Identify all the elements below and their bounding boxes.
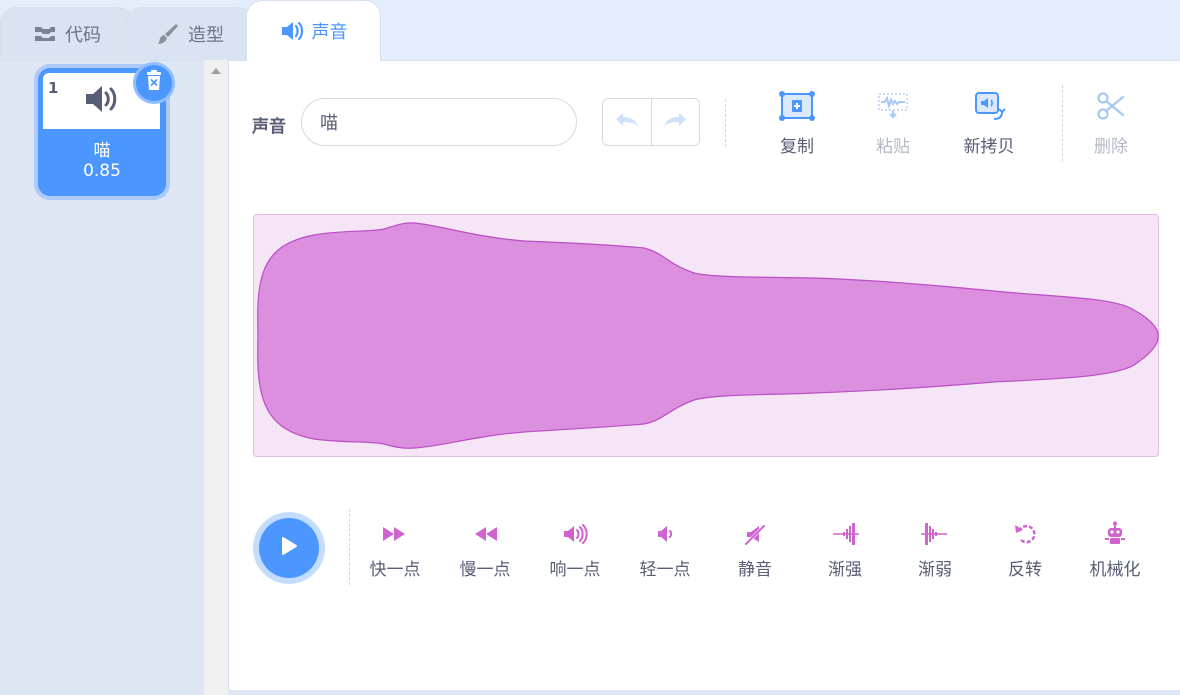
scissors-icon [1096, 91, 1126, 126]
effect-faster-button[interactable]: 快一点 [355, 521, 435, 580]
code-icon [33, 22, 57, 46]
robot-icon [1100, 521, 1130, 547]
effect-reverse-label: 反转 [1008, 560, 1042, 580]
copy-button[interactable]: 复制 [757, 91, 837, 157]
waveform-container[interactable] [253, 214, 1159, 457]
tab-bar: 代码 造型 声音 [0, 0, 1180, 61]
brush-icon [156, 22, 180, 46]
delete-label: 删除 [1094, 137, 1128, 157]
copy-to-new-label: 新拷贝 [963, 137, 1015, 157]
fast-forward-icon [380, 521, 410, 547]
redo-button[interactable] [652, 99, 700, 145]
sound-editor-panel: 声音 复制 粘贴 [228, 60, 1180, 695]
paste-label: 粘贴 [876, 137, 910, 157]
tab-sound[interactable]: 声音 [246, 0, 381, 61]
sound-list-scrollbar[interactable] [203, 60, 228, 695]
effect-fade-out-label: 渐弱 [918, 560, 952, 580]
mute-icon [740, 521, 770, 547]
sound-name-input[interactable] [301, 98, 577, 146]
effect-softer-label: 轻一点 [639, 560, 691, 580]
tab-sound-label: 声音 [311, 22, 348, 43]
toolbar-separator [725, 99, 726, 147]
scroll-up-arrow-icon[interactable] [211, 68, 221, 74]
delete-sound-button[interactable] [133, 62, 175, 104]
fade-in-icon [830, 521, 860, 547]
effect-fade-out-button[interactable]: 渐弱 [895, 521, 975, 580]
copy-to-new-button[interactable]: 新拷贝 [949, 91, 1029, 157]
louder-icon [560, 521, 590, 547]
effect-faster-label: 快一点 [369, 560, 421, 580]
effect-mute-button[interactable]: 静音 [715, 521, 795, 580]
tab-code[interactable]: 代码 [0, 7, 134, 60]
effect-fade-in-button[interactable]: 渐强 [805, 521, 885, 580]
play-icon [279, 535, 299, 561]
copy-icon [779, 91, 815, 126]
effects-separator [349, 509, 350, 585]
effect-robot-button[interactable]: 机械化 [1075, 521, 1155, 580]
waveform [257, 222, 1159, 449]
copy-to-new-icon [972, 91, 1006, 126]
effect-louder-button[interactable]: 响一点 [535, 521, 615, 580]
speaker-icon [84, 84, 120, 118]
effect-louder-label: 响一点 [549, 560, 601, 580]
effect-robot-label: 机械化 [1089, 560, 1141, 580]
tab-costume-label: 造型 [188, 25, 224, 46]
paste-icon [875, 91, 911, 126]
tab-costume[interactable]: 造型 [126, 7, 254, 60]
effect-softer-button[interactable]: 轻一点 [625, 521, 705, 580]
delete-button[interactable]: 删除 [1071, 91, 1151, 157]
paste-button[interactable]: 粘贴 [853, 91, 933, 157]
effect-fade-in-label: 渐强 [828, 560, 862, 580]
redo-icon [662, 112, 688, 132]
sound-item-index: 1 [48, 79, 59, 97]
speaker-icon [280, 19, 304, 43]
toolbar-separator [1062, 85, 1063, 161]
effect-reverse-button[interactable]: 反转 [985, 521, 1065, 580]
rewind-icon [470, 521, 500, 547]
effect-mute-label: 静音 [738, 560, 772, 580]
trash-icon [144, 70, 164, 96]
sound-name-label: 声音 [252, 117, 286, 137]
undo-redo-group [602, 98, 700, 146]
effect-slower-button[interactable]: 慢一点 [445, 521, 525, 580]
undo-button[interactable] [603, 99, 652, 145]
sound-item-name: 喵 [93, 141, 111, 161]
fade-out-icon [920, 521, 950, 547]
copy-label: 复制 [780, 137, 814, 157]
tab-code-label: 代码 [65, 25, 101, 46]
reverse-icon [1010, 521, 1040, 547]
softer-icon [650, 521, 680, 547]
effect-slower-label: 慢一点 [459, 560, 511, 580]
play-button-core [259, 518, 319, 578]
undo-icon [614, 112, 640, 132]
sound-editor-app: 代码 造型 声音 1 喵 0.85 声音 喵 复制 粘贴 新拷贝 删除 快一点 … [0, 0, 1180, 695]
sound-item-duration: 0.85 [83, 161, 121, 181]
editor-bottom-edge [228, 690, 1180, 695]
play-button[interactable] [253, 512, 325, 584]
